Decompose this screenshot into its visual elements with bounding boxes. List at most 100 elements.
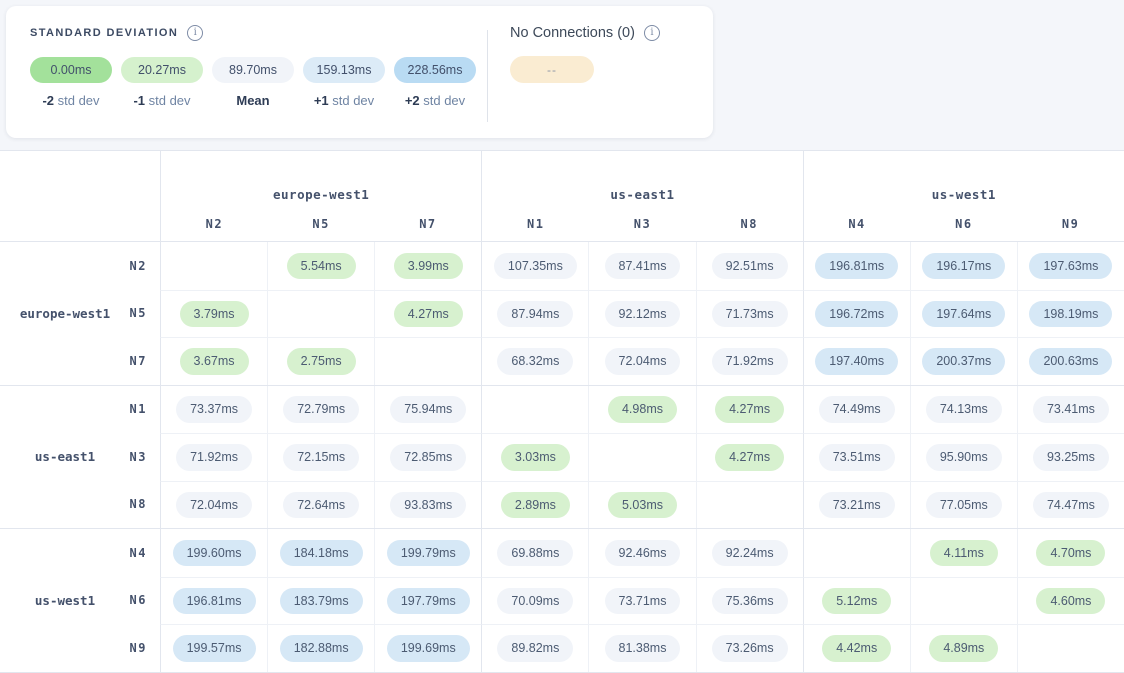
latency-pill[interactable]: 3.79ms (180, 301, 249, 328)
latency-pill[interactable]: 73.37ms (176, 396, 252, 423)
latency-pill[interactable]: 74.13ms (926, 396, 1002, 423)
latency-pill[interactable]: 107.35ms (494, 253, 577, 280)
latency-pill[interactable]: 4.98ms (608, 396, 677, 423)
latency-pill[interactable]: 73.26ms (712, 635, 788, 662)
latency-cell: 74.47ms (1017, 481, 1124, 529)
latency-pill[interactable]: 68.32ms (497, 348, 573, 375)
matrix-header: europe-west1N2N5N7us-east1N1N3N8us-west1… (0, 151, 1124, 241)
latency-pill[interactable]: 74.49ms (819, 396, 895, 423)
latency-pill[interactable]: 199.79ms (387, 540, 470, 567)
latency-pill[interactable]: 4.11ms (930, 540, 998, 567)
latency-cell (267, 290, 374, 338)
latency-pill[interactable]: 197.64ms (922, 301, 1005, 328)
latency-pill[interactable]: 77.05ms (926, 492, 1002, 519)
latency-pill[interactable]: 2.89ms (501, 492, 570, 519)
matrix-row-N1: N173.37ms72.79ms75.94ms4.98ms4.27ms74.49… (0, 385, 1124, 434)
latency-pill[interactable]: 93.83ms (390, 492, 466, 519)
latency-pill[interactable]: 184.18ms (280, 540, 363, 567)
latency-pill[interactable]: 72.64ms (283, 492, 359, 519)
latency-cell: 71.92ms (160, 433, 267, 481)
latency-cell: 74.13ms (910, 386, 1017, 434)
latency-pill[interactable]: 73.51ms (819, 444, 895, 471)
latency-cell: 3.67ms (160, 337, 267, 385)
latency-pill[interactable]: 200.63ms (1029, 348, 1112, 375)
latency-pill[interactable]: 75.36ms (712, 588, 788, 615)
latency-pill[interactable]: 87.94ms (497, 301, 573, 328)
latency-pill[interactable]: 5.03ms (608, 492, 677, 519)
matrix-corner (0, 151, 160, 241)
latency-pill[interactable]: 197.63ms (1029, 253, 1112, 280)
latency-pill[interactable]: 200.37ms (922, 348, 1005, 375)
latency-pill[interactable]: 81.38ms (605, 635, 681, 662)
matrix-row-N4: N4 199.60ms 184.18ms 199.79ms 69.88ms 92.46ms… (0, 528, 1124, 577)
latency-pill[interactable]: 73.41ms (1033, 396, 1109, 423)
latency-cell: 3.03ms (481, 433, 588, 481)
latency-cell: 4.98ms (588, 386, 695, 434)
latency-pill[interactable]: 71.92ms (176, 444, 252, 471)
latency-pill[interactable]: 4.89ms (929, 635, 998, 662)
latency-pill[interactable]: 183.79ms (280, 588, 363, 615)
latency-pill[interactable]: 92.51ms (712, 253, 788, 280)
latency-pill[interactable]: 69.88ms (497, 540, 573, 567)
latency-pill[interactable]: 199.57ms (173, 635, 256, 662)
latency-pill[interactable]: 3.67ms (180, 348, 249, 375)
latency-pill[interactable]: 4.42ms (822, 635, 891, 662)
latency-pill[interactable]: 92.24ms (712, 540, 788, 567)
latency-pill[interactable]: 89.82ms (497, 635, 573, 662)
latency-pill[interactable]: 182.88ms (280, 635, 363, 662)
latency-pill[interactable]: 196.72ms (815, 301, 898, 328)
latency-pill[interactable]: 71.92ms (712, 348, 788, 375)
latency-pill[interactable]: 196.81ms (173, 588, 256, 615)
latency-pill[interactable]: 92.46ms (605, 540, 681, 567)
latency-pill[interactable]: 72.15ms (283, 444, 359, 471)
latency-pill[interactable]: 2.75ms (287, 348, 356, 375)
latency-pill[interactable]: 92.12ms (605, 301, 681, 328)
latency-pill[interactable]: 4.27ms (394, 301, 463, 328)
latency-cell: 92.24ms (696, 529, 803, 577)
latency-pill[interactable]: 72.04ms (605, 348, 681, 375)
legend-chip: 20.27ms (121, 57, 203, 83)
latency-pill[interactable]: 74.47ms (1033, 492, 1109, 519)
latency-cell: 200.63ms (1017, 337, 1124, 385)
row-header: N4 (0, 529, 160, 577)
latency-pill[interactable]: 72.04ms (176, 492, 252, 519)
latency-pill[interactable]: 4.70ms (1036, 540, 1105, 567)
latency-pill[interactable]: 75.94ms (390, 396, 466, 423)
latency-pill[interactable]: 93.25ms (1033, 444, 1109, 471)
latency-pill[interactable]: 5.12ms (822, 588, 891, 615)
latency-pill[interactable]: 73.21ms (819, 492, 895, 519)
row-node-N6: N6 (130, 593, 147, 607)
latency-pill[interactable]: 87.41ms (605, 253, 681, 280)
latency-pill[interactable]: 71.73ms (712, 301, 788, 328)
latency-cell: 69.88ms (481, 529, 588, 577)
latency-cell (374, 337, 481, 385)
latency-pill[interactable]: 196.17ms (922, 253, 1005, 280)
latency-pill[interactable]: 199.60ms (173, 540, 256, 567)
latency-cell: 196.17ms (910, 242, 1017, 290)
latency-pill[interactable]: 72.85ms (390, 444, 466, 471)
latency-pill[interactable]: 70.09ms (497, 588, 573, 615)
info-icon[interactable]: i (644, 25, 660, 41)
latency-pill[interactable]: 95.90ms (926, 444, 1002, 471)
latency-pill[interactable]: 4.27ms (715, 396, 784, 423)
latency-pill[interactable]: 196.81ms (815, 253, 898, 280)
latency-pill[interactable]: 197.40ms (815, 348, 898, 375)
latency-pill[interactable]: 199.69ms (387, 635, 470, 662)
latency-cell: 197.79ms (374, 577, 481, 625)
latency-pill[interactable]: 73.71ms (605, 588, 681, 615)
info-icon[interactable]: i (187, 25, 203, 41)
latency-pill[interactable]: 197.79ms (387, 588, 470, 615)
latency-pill[interactable]: 4.60ms (1036, 588, 1105, 615)
no-connections-section: No Connections (0) i -- (488, 6, 660, 138)
latency-cell (696, 481, 803, 529)
latency-pill[interactable]: 3.03ms (501, 444, 570, 471)
latency-pill[interactable]: 198.19ms (1029, 301, 1112, 328)
latency-pill[interactable]: 72.79ms (283, 396, 359, 423)
no-connections-title: No Connections (0) (510, 25, 635, 41)
column-node-N7: N7 (375, 217, 482, 231)
legend-label: +1 std dev (303, 93, 385, 108)
latency-pill[interactable]: 4.27ms (715, 444, 784, 471)
column-node-N3: N3 (589, 217, 696, 231)
latency-pill[interactable]: 5.54ms (287, 253, 356, 280)
latency-pill[interactable]: 3.99ms (394, 253, 463, 280)
